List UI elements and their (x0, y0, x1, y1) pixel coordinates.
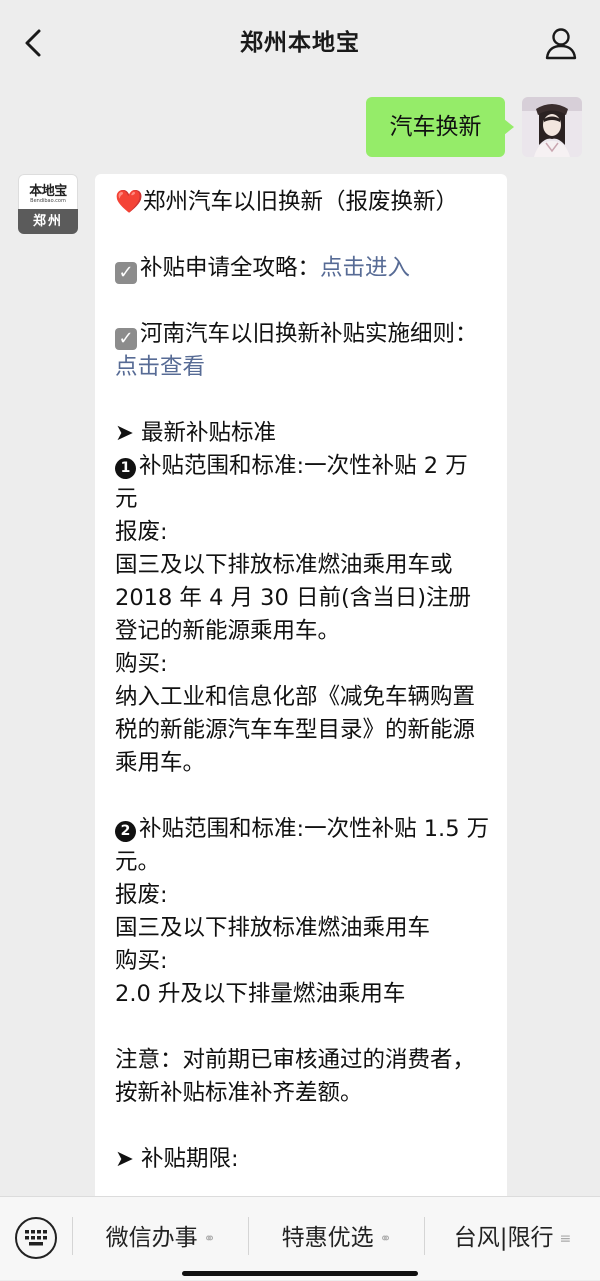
page-title: 郑州本地宝 (240, 30, 360, 56)
rule-line: ✓ 河南汽车以旧换新补贴实施细则： 点击查看 (115, 318, 490, 384)
menu-item-label: 特惠优选 (281, 1225, 374, 1251)
guide-label: 补贴申请全攻略： (140, 255, 321, 281)
menu-item-taifeng-xianxing[interactable]: 台风|限行 ≡ (425, 1197, 600, 1280)
link-icon: ⚭ (379, 1231, 392, 1247)
bot-logo-text: 本地宝 (29, 184, 67, 199)
item1-title-line: 1 补贴范围和标准:一次性补贴 2 万元 (115, 450, 490, 516)
note-text: 注意：对前期已审核通过的消费者，按新补贴标准补齐差额。 (115, 1047, 476, 1106)
person-icon[interactable] (544, 26, 578, 60)
home-indicator[interactable] (182, 1271, 418, 1276)
item1-buy-label: 购买: (115, 651, 168, 677)
item2-title-line: 2 补贴范围和标准:一次性补贴 1.5 万元。 (115, 813, 490, 879)
menu-item-tehui-youxuan[interactable]: 特惠优选 ⚭ (249, 1197, 424, 1280)
keyboard-glyph (25, 1230, 47, 1246)
guide-link[interactable]: 点击进入 (320, 255, 410, 281)
item2-buy-label: 购买: (115, 948, 168, 974)
menu-item-label: 台风|限行 (453, 1225, 554, 1251)
top-bar: 郑州本地宝 (0, 0, 600, 86)
bottom-menu-bar: 微信办事 ⚭ 特惠优选 ⚭ 台风|限行 ≡ (0, 1196, 600, 1280)
menu-item-weixin-banshi[interactable]: 微信办事 ⚭ (73, 1197, 248, 1280)
user-message-bubble: 汽车换新 (366, 97, 514, 157)
menu-lines-icon: ≡ (559, 1231, 572, 1247)
item2-title: 补贴范围和标准:一次性补贴 1.5 万元。 (115, 816, 490, 875)
rule-link[interactable]: 点击查看 (115, 354, 205, 380)
user-avatar[interactable] (522, 97, 582, 157)
item1-scrap-label: 报废: (115, 519, 168, 545)
user-avatar-image (522, 97, 582, 157)
menu-item-label: 微信办事 (105, 1225, 198, 1251)
item1-title: 补贴范围和标准:一次性补贴 2 万元 (115, 453, 468, 512)
keyboard-icon[interactable] (15, 1217, 57, 1259)
bot-avatar[interactable]: 本地宝 Bendibao.com 郑州 (18, 174, 78, 234)
check-box-icon: ✓ (115, 262, 137, 284)
number-two-icon: 2 (115, 821, 136, 842)
link-icon: ⚭ (203, 1231, 216, 1247)
guide-line: ✓ 补贴申请全攻略：点击进入 (115, 252, 490, 285)
item2-buy-text: 2.0 升及以下排量燃油乘用车 (115, 981, 406, 1007)
item1-scrap-text: 国三及以下排放标准燃油乘用车或 2018 年 4 月 30 日前(含当日)注册登… (115, 552, 472, 644)
number-one-icon: 1 (115, 458, 136, 479)
item1-buy-text: 纳入工业和信息化部《减免车辆购置税的新能源汽车车型目录》的新能源乘用车。 (115, 684, 476, 776)
item2-scrap-label: 报废: (115, 882, 168, 908)
bot-message-bubble: ❤️郑州汽车以旧换新（报废换新） ✓ 补贴申请全攻略：点击进入 ✓ 河南汽车以旧换新… (95, 174, 507, 1274)
section-heading: ➤ 最新补贴标准 (115, 420, 277, 446)
bot-message-content: ❤️郑州汽车以旧换新（报废换新） ✓ 补贴申请全攻略：点击进入 ✓ 河南汽车以旧换新… (115, 186, 490, 1176)
bot-logo-subtext: Bendibao.com (30, 198, 66, 204)
check-box-icon: ✓ (115, 328, 137, 350)
rule-label: 河南汽车以旧换新补贴实施细则： (140, 321, 478, 347)
item2-scrap-text: 国三及以下排放标准燃油乘用车 (115, 915, 431, 941)
next-heading: ➤ 补贴期限: (115, 1146, 239, 1172)
headline: ❤️郑州汽车以旧换新（报废换新） (115, 189, 459, 215)
bot-logo-city: 郑州 (18, 209, 78, 234)
